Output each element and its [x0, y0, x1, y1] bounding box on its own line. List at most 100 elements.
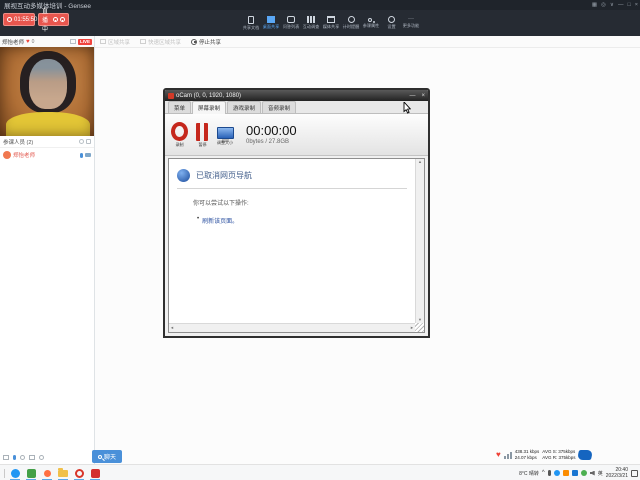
- refresh-page-link[interactable]: 刷新该页面。: [202, 216, 238, 225]
- media-icon: [327, 16, 335, 23]
- record-button[interactable]: 录制: [171, 121, 188, 148]
- participant-name: 郑怡老师: [13, 153, 36, 159]
- camera-icon[interactable]: [85, 153, 91, 157]
- participants-header-label: 参课人员 (2): [3, 139, 34, 146]
- toolbar-item-media-share[interactable]: 媒体共享: [321, 10, 341, 36]
- toolbar-item-desktop-share[interactable]: 桌面共享: [261, 10, 281, 36]
- screen: 展视互动多媒体培训 - Gensee ▦ ◎ ∨ — □ × 01:55:50 …: [0, 0, 640, 480]
- stop-circle-icon[interactable]: [60, 17, 65, 22]
- quick-region-share-button[interactable]: 快速区域共享: [140, 38, 181, 46]
- live-status-button[interactable]: 直播中: [38, 9, 69, 33]
- taskbar-app-explorer[interactable]: [57, 465, 69, 480]
- wechat-icon: [26, 468, 36, 478]
- toolbar-item-attendee-props[interactable]: 参课属性: [361, 10, 381, 36]
- keyboard-icon[interactable]: [29, 455, 35, 460]
- class-timer-button[interactable]: 01:55:50: [3, 13, 37, 26]
- region-share-button[interactable]: 区域共享: [100, 38, 130, 46]
- pause-icon: [196, 122, 208, 141]
- settings-icon[interactable]: [39, 455, 44, 460]
- close-button[interactable]: ×: [635, 0, 638, 10]
- scroll-left-icon[interactable]: ◄: [170, 325, 174, 331]
- region-icon: [100, 39, 106, 44]
- vertical-scrollbar[interactable]: ▲ ▼: [415, 159, 424, 323]
- tray-app-baidu-icon[interactable]: [571, 470, 578, 476]
- heart-icon[interactable]: ♥: [26, 39, 30, 45]
- tab-menu[interactable]: 菜单: [168, 101, 192, 113]
- people-icon: [367, 17, 372, 22]
- chat-message-area: [0, 162, 94, 451]
- toolbar-item-survey[interactable]: 互动调查: [301, 10, 321, 36]
- taskbar-clock[interactable]: 20:40 2022/3/21: [606, 467, 628, 479]
- quick-share-icon: [140, 39, 147, 44]
- gear-icon[interactable]: ◎: [601, 0, 606, 10]
- toolbar-item-settings[interactable]: 设置: [381, 10, 401, 36]
- horizontal-scrollbar[interactable]: ◄ ►: [169, 323, 415, 332]
- tray-expand-icon[interactable]: ^: [542, 470, 545, 476]
- minimize-button[interactable]: —: [618, 0, 624, 10]
- toolbar-item-timer-reminder[interactable]: 计时提醒: [341, 10, 361, 36]
- stop-share-button[interactable]: 停止共享: [191, 38, 221, 46]
- share-sub-toolbar: 区域共享 快速区域共享 停止共享: [95, 36, 640, 48]
- sidebar-footer-toolbar: [0, 451, 94, 464]
- mic-icon[interactable]: [547, 470, 551, 476]
- weather-widget[interactable]: 8°C 晴转: [519, 470, 539, 477]
- action-center-icon[interactable]: [631, 469, 638, 477]
- shared-desktop-area: 区域共享 快速区域共享 停止共享 oCam (0, 0, 1920, 1080)…: [95, 36, 640, 464]
- resize-button[interactable]: 调整大小: [216, 124, 234, 146]
- toolbar-item-qa-list[interactable]: 问答列表: [281, 10, 301, 36]
- scroll-up-icon[interactable]: ▲: [418, 159, 422, 165]
- pause-circle-icon[interactable]: [53, 17, 58, 22]
- search-icon: [97, 454, 102, 459]
- tab-screen-record[interactable]: 屏幕录制: [192, 101, 227, 114]
- video-vignette: [0, 47, 94, 136]
- toolbar-item-more[interactable]: ··· 更多功能: [401, 10, 421, 36]
- clock-icon: [7, 17, 12, 22]
- taskbar-app-browser[interactable]: [9, 465, 21, 480]
- taskbar-app-firefox[interactable]: [41, 465, 53, 480]
- record-storage: 0bytes / 27.8GB: [246, 139, 290, 145]
- invite-icon[interactable]: [86, 139, 91, 144]
- taskbar-tray: 8°C 晴转 ^ 英 20:40 2022/3/21: [519, 465, 638, 480]
- layout-grid-icon[interactable]: ▦: [592, 0, 597, 10]
- maximize-button[interactable]: □: [627, 0, 630, 10]
- input-method-indicator[interactable]: 英: [598, 470, 603, 477]
- mic-icon[interactable]: [13, 455, 16, 460]
- window-controls: ▦ ◎ ∨ — □ ×: [592, 0, 638, 10]
- heart-icon: ♥: [496, 450, 501, 459]
- firefox-icon: [43, 469, 51, 477]
- user-icon[interactable]: [20, 455, 25, 460]
- pause-button[interactable]: 暂停: [196, 122, 208, 148]
- chevron-down-icon[interactable]: ∨: [610, 0, 614, 10]
- ocam-minimize-button[interactable]: —: [409, 93, 415, 99]
- tray-app-green-icon[interactable]: [580, 470, 587, 476]
- tab-game-record[interactable]: 游戏录制: [227, 101, 262, 113]
- ocam-toolbar: 录制 暂停 调整大小 00:00:00 0bytes / 27.8GB: [165, 114, 428, 156]
- mic-icon[interactable]: [80, 152, 83, 158]
- taskbar-app-red[interactable]: [89, 465, 101, 480]
- ocam-close-button[interactable]: ×: [421, 93, 425, 99]
- sidebar: 郑怡老师 ♥ 0 LIVE 参课人员 (2) 郑怡老师: [0, 36, 95, 464]
- refresh-icon[interactable]: [79, 139, 84, 144]
- participant-row[interactable]: 郑怡老师: [0, 148, 94, 162]
- resize-monitor-icon: [216, 126, 234, 139]
- video-icon[interactable]: [3, 455, 9, 460]
- layout-list-icon[interactable]: [69, 39, 76, 44]
- ocam-titlebar[interactable]: oCam (0, 0, 1920, 1080) — ×: [165, 90, 428, 101]
- tray-app-orange-icon[interactable]: [562, 470, 569, 476]
- toolbar-items: 共享文档 桌面共享 问答列表 互动调查 媒体共享 计时提醒 参课属性 设置 ··…: [241, 10, 421, 36]
- page-content: 已取消网页导航 你可以尝试以下操作: • 刷新该页面。: [169, 159, 415, 323]
- tab-audio-record[interactable]: 音频录制: [262, 101, 297, 113]
- kbps-values: 438.31 kbps 24.07 kbps: [515, 449, 540, 461]
- taskbar-app-wechat[interactable]: [25, 465, 37, 480]
- taskbar-app-ocam[interactable]: [73, 465, 85, 480]
- participants-header[interactable]: 参课人员 (2): [0, 136, 94, 148]
- resize-grip[interactable]: [415, 323, 424, 332]
- chat-button[interactable]: 聊天: [92, 450, 122, 463]
- toolbar-item-share-doc[interactable]: 共享文档: [241, 10, 261, 36]
- ocam-title: oCam (0, 0, 1920, 1080): [176, 92, 242, 99]
- embedded-browser-page: 已取消网页导航 你可以尝试以下操作: • 刷新该页面。 ▲ ▼ ◄ ►: [168, 158, 425, 333]
- tray-app-blue-icon[interactable]: [553, 470, 560, 476]
- scroll-right-icon[interactable]: ►: [410, 325, 414, 331]
- speaker-icon[interactable]: [589, 470, 595, 476]
- webcam-video[interactable]: [0, 47, 94, 136]
